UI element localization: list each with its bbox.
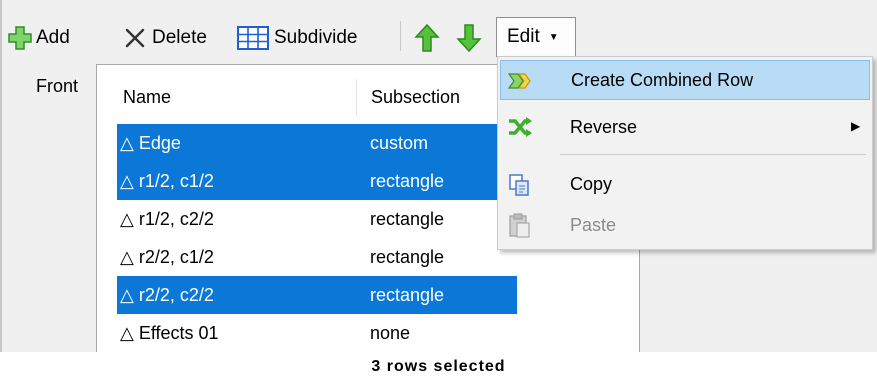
table-row[interactable]: △ Edge custom: [117, 124, 517, 162]
plus-icon: [8, 26, 32, 50]
status-caption: 3 rows selected: [0, 352, 877, 377]
menu-item-label: Reverse: [570, 117, 638, 137]
table-row[interactable]: △ r1/2, c2/2 rectangle: [117, 200, 517, 238]
main-window: Add Delete Subdivide Edit ▼ Front Name S…: [0, 0, 877, 352]
subdivide-label: Subdivide: [274, 27, 358, 48]
edit-label: Edit: [507, 26, 540, 47]
paste-icon: [506, 212, 534, 240]
menu-item-copy[interactable]: Copy: [500, 165, 870, 205]
column-header-name[interactable]: Name: [123, 87, 171, 108]
delete-label: Delete: [152, 27, 207, 48]
row-name: △ r1/2, c2/2: [120, 209, 214, 229]
row-subsection: rectangle: [370, 171, 445, 191]
move-up-button[interactable]: [414, 19, 440, 57]
table-row[interactable]: △ r2/2, c2/2 rectangle: [117, 276, 517, 314]
edit-dropdown-menu: Create Combined Row Reverse ▶ Copy Paste: [497, 56, 873, 250]
row-subsection: rectangle: [370, 247, 445, 267]
table-row[interactable]: △ r2/2, c1/2 rectangle: [117, 238, 517, 276]
row-name: △ r2/2, c2/2: [120, 285, 214, 305]
menu-separator: [560, 154, 866, 155]
table-row[interactable]: △ r1/2, c1/2 rectangle: [117, 162, 517, 200]
toolbar-separator: [400, 21, 401, 51]
move-down-button[interactable]: [456, 19, 482, 57]
row-subsection: custom: [370, 133, 429, 153]
column-divider[interactable]: [356, 79, 357, 115]
row-subsection: rectangle: [370, 285, 445, 305]
add-label: Add: [36, 27, 70, 48]
menu-item-label: Create Combined Row: [571, 70, 754, 90]
subdivide-button[interactable]: Subdivide: [236, 19, 357, 57]
arrow-up-icon: [414, 23, 440, 53]
arrow-down-icon: [456, 23, 482, 53]
reverse-icon: [506, 114, 534, 142]
row-name: △ r1/2, c1/2: [120, 171, 214, 191]
menu-item-reverse[interactable]: Reverse ▶: [500, 108, 870, 148]
table-row[interactable]: △ Effects 01 none: [117, 314, 517, 352]
edit-menu-button[interactable]: Edit ▼: [496, 17, 576, 57]
combine-rows-icon: [507, 67, 535, 95]
delete-button[interactable]: Delete: [124, 19, 207, 57]
grid-header: Name Subsection: [97, 65, 497, 115]
front-label: Front: [36, 76, 79, 96]
row-subsection: rectangle: [370, 209, 445, 229]
menu-item-paste[interactable]: Paste: [500, 206, 870, 246]
chevron-down-icon: ▼: [548, 31, 559, 43]
grid-icon: [236, 25, 270, 51]
row-name: △ Effects 01: [120, 323, 219, 343]
column-header-subsection[interactable]: Subsection: [371, 87, 460, 108]
add-button[interactable]: Add: [8, 19, 70, 57]
toolbar: Add Delete Subdivide Edit ▼: [0, 0, 877, 60]
row-name: △ Edge: [120, 133, 181, 153]
menu-item-create-combined-row[interactable]: Create Combined Row: [500, 60, 870, 100]
menu-item-label: Paste: [570, 215, 617, 235]
row-name: △ r2/2, c1/2: [120, 247, 214, 267]
status-text: 3 rows selected: [371, 358, 506, 375]
submenu-arrow-icon: ▶: [851, 119, 861, 133]
row-subsection: none: [370, 323, 411, 343]
menu-item-label: Copy: [570, 174, 613, 194]
copy-icon: [506, 171, 534, 199]
x-icon: [124, 27, 146, 49]
